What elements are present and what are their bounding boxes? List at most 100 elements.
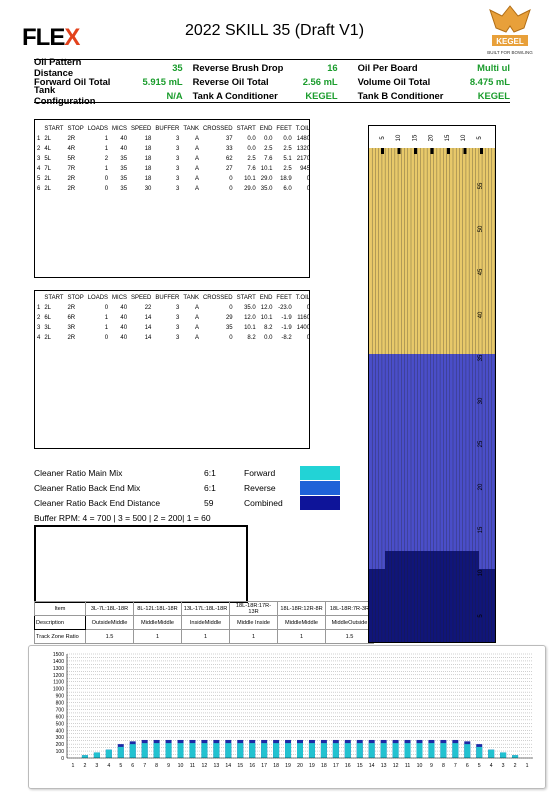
table-row: 3 3L 3R 1 40 14 3 A 35 10.1 8.2 -1.9 1400 <box>35 323 312 333</box>
x-tick-label: 12 <box>202 763 208 769</box>
x-tick-label: 17 <box>261 763 267 769</box>
table-cell: 0 <box>229 186 233 192</box>
table-cell: 0 <box>306 305 311 311</box>
x-tick-label: 4 <box>490 763 493 769</box>
forward-bar <box>404 743 411 758</box>
x-tick-label: 11 <box>405 763 410 769</box>
forward-bar <box>368 743 375 758</box>
info-value: 16 <box>327 61 338 73</box>
table-row: 2 4L 4R 1 40 18 3 A 33 0.0 2.5 2.5 1320 <box>35 144 312 154</box>
table-cell: 12.0 <box>260 305 273 311</box>
table-cell: 18 <box>144 146 152 152</box>
forward-bar <box>356 743 363 758</box>
forward-bar <box>225 743 232 758</box>
zone-desc: Middle Inside <box>229 615 278 630</box>
zone-ratio: 1.5 <box>325 629 374 644</box>
forward-bar <box>117 746 124 758</box>
table-cell: 30 <box>144 186 152 192</box>
y-tick-label: 200 <box>56 742 65 748</box>
table-cell: 1 <box>104 325 109 331</box>
x-tick-label: 18 <box>273 763 279 769</box>
info-value: 35 <box>172 61 183 73</box>
column-header: STOP <box>67 126 84 132</box>
x-tick-label: 6 <box>466 763 469 769</box>
forward-bar <box>285 743 292 758</box>
info-value: N/A <box>166 89 183 101</box>
table-cell: 3 <box>176 156 180 162</box>
reverse-steps-panel: START STOP LOADS MICS SPEED BUFFER TANK CROSSED… <box>34 290 310 449</box>
x-tick-label: 9 <box>167 763 170 769</box>
table-cell: A <box>194 186 199 192</box>
distance-label: 30 <box>478 397 484 404</box>
table-cell: 1160 <box>297 315 311 321</box>
description-label: Description <box>34 615 86 630</box>
board-number-label: 15 <box>412 134 418 141</box>
forward-bar <box>320 743 327 758</box>
table-cell: 7.6 <box>247 166 256 172</box>
forward-bar <box>177 743 184 758</box>
y-tick-label: 300 <box>56 735 65 741</box>
table-cell: 22 <box>144 305 152 311</box>
buffer-rpm: Buffer RPM: 4 = 700 | 3 = 500 | 2 = 200|… <box>34 513 211 523</box>
zone-ratio: 1.5 <box>85 629 134 644</box>
x-tick-label: 5 <box>119 763 122 769</box>
forward-bar <box>189 743 196 758</box>
column-header: TANK <box>183 295 199 301</box>
table-cell: 40 <box>120 315 128 321</box>
info-value: KEGEL <box>305 89 338 101</box>
x-tick-label: 14 <box>369 763 375 769</box>
table-cell: 8.2 <box>247 335 256 341</box>
zone-desc: OutsideMiddle <box>85 615 134 630</box>
table-cell: 14 <box>144 335 152 341</box>
track-zone-table-wrap: Item 3L-7L:18L-18R 8L-12L:18L-18R 13L-17… <box>34 601 374 644</box>
column-header: MICS <box>112 126 128 132</box>
lane-svg: 5 10 15 20 15 10 5555045403530252015105 <box>369 134 496 642</box>
x-tick-label: 7 <box>454 763 457 769</box>
table-cell: A <box>194 136 199 142</box>
table-cell: 0 <box>104 176 109 182</box>
table-cell: 40 <box>120 325 128 331</box>
table-cell: 7.6 <box>264 156 273 162</box>
board-number-label: 5 <box>380 136 386 140</box>
table-cell: 29.0 <box>244 186 256 192</box>
table-cell: 18 <box>144 176 152 182</box>
info-value: 8.475 mL <box>469 75 510 87</box>
column-header: START <box>44 295 64 301</box>
table-cell: 2 <box>37 146 41 152</box>
legend-forward-swatch <box>300 465 340 480</box>
x-tick-label: 4 <box>107 763 110 769</box>
column-header: SPEED <box>131 295 152 301</box>
info-label: Oil Per Board <box>357 61 418 73</box>
table-cell: A <box>194 305 199 311</box>
forward-bar <box>464 744 471 758</box>
forward-bar <box>249 743 256 758</box>
forward-bar <box>512 755 519 758</box>
target-arrow <box>480 148 483 154</box>
x-tick-label: 11 <box>190 763 195 769</box>
forward-bar <box>141 743 148 758</box>
forward-bar <box>261 743 268 758</box>
zone-col: 13L-17L:18L-18R <box>181 601 230 616</box>
x-tick-label: 8 <box>155 763 158 769</box>
item-header: Item <box>34 601 86 616</box>
forward-bar <box>213 743 220 758</box>
x-tick-label: 3 <box>502 763 505 769</box>
table-cell: 2R <box>67 335 76 341</box>
table-cell: 3L <box>44 325 52 331</box>
table-cell: A <box>194 166 199 172</box>
oil-volume-chart: 0100200300400500600700800900100011001200… <box>53 652 533 769</box>
ratio-label: Track Zone Ratio <box>34 629 86 644</box>
column-header: SPEED <box>131 126 152 132</box>
column-header: CROSSED <box>202 126 233 132</box>
info-label: Reverse Oil Total <box>192 75 269 87</box>
target-arrow <box>381 148 384 154</box>
y-tick-label: 400 <box>56 728 65 734</box>
table-row: 5 2L 2R 0 35 18 3 A 0 10.1 29.0 18.9 0 <box>35 174 312 184</box>
forward-bar <box>500 752 507 758</box>
table-cell: 2R <box>67 305 76 311</box>
table-cell: 0.0 <box>264 136 273 142</box>
x-tick-label: 9 <box>430 763 433 769</box>
x-tick-label: 7 <box>143 763 146 769</box>
table-cell: 0.0 <box>247 146 256 152</box>
table-cell: 5.1 <box>283 156 292 162</box>
